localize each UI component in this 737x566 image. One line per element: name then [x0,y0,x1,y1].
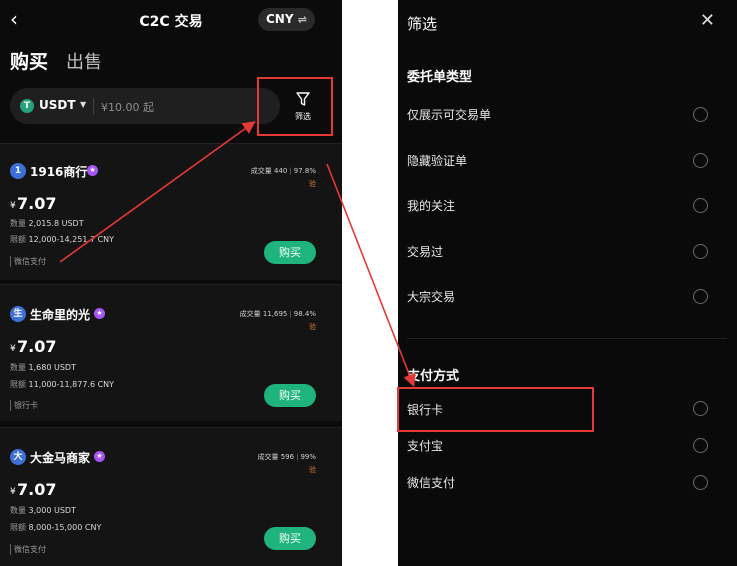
ad-card: 生 生命里的光 ★ 成交量 11,695 | 98.4% 验 ¥ 7.07 数量 1… [0,284,342,421]
radio-button[interactable] [693,401,708,416]
verified-tag: 验 [309,466,316,474]
price: 7.07 [17,337,57,356]
highlight-box-filter [257,77,333,136]
trade-stats: 成交量 440 | 97.8% [250,167,316,175]
ad-card: 大 大金马商家 ★ 成交量 596 | 99% 验 ¥ 7.07 数量 3,000 … [0,427,342,566]
tab-buy[interactable]: 购买 [10,47,48,74]
buy-button[interactable]: 购买 [264,241,316,264]
coin-amount-search[interactable]: T USDT ▼ ¥10.00 起 [10,88,280,124]
quantity-row: 数量 3,000 USDT [10,506,76,515]
currency-selector[interactable]: CNY ⇌ [258,8,315,31]
radio-button[interactable] [693,153,708,168]
price-currency: ¥ [10,201,16,211]
quantity-row: 数量 2,015.8 USDT [10,219,84,228]
highlight-box-bank-card [397,387,594,432]
merchant-name[interactable]: 大金马商家 [30,449,90,466]
buy-button[interactable]: 购买 [264,527,316,550]
radio-button[interactable] [693,107,708,122]
price-currency: ¥ [10,487,16,497]
price: 7.07 [17,480,57,499]
quantity-row: 数量 1,680 USDT [10,363,76,372]
merchant-badge-icon: ★ [94,451,105,462]
merchant-avatar: 1 [10,163,26,179]
verified-tag: 验 [309,323,316,331]
divider [407,338,727,339]
currency-label: CNY [266,12,294,26]
option-tradable-only[interactable]: 仅展示可交易单 [407,106,491,123]
radio-button[interactable] [693,244,708,259]
merchant-name[interactable]: 1916商行 [30,163,87,180]
payment-method-heading: 支付方式 [407,369,460,384]
amount-input[interactable]: ¥10.00 起 [101,99,154,115]
trade-stats: 成交量 596 | 99% [257,453,316,461]
option-alipay[interactable]: 支付宝 [407,437,443,454]
merchant-badge-icon: ★ [94,308,105,319]
swap-icon: ⇌ [297,13,307,26]
option-hide-verified[interactable]: 隐藏验证单 [407,152,467,169]
payment-method: 微信支付 [10,256,46,267]
price: 7.07 [17,194,57,213]
filter-title: 筛选 [407,15,438,33]
option-following[interactable]: 我的关注 [407,197,455,214]
buy-button[interactable]: 购买 [264,384,316,407]
tab-sell[interactable]: 出售 [66,48,102,74]
divider [93,98,94,114]
c2c-trade-screen: ‹ C2C 交易 CNY ⇌ 购买 出售 T USDT ▼ ¥10.00 起 筛… [0,0,342,566]
close-icon[interactable]: ✕ [700,10,715,31]
limit-row: 限额 12,000-14,251.7 CNY [10,235,115,244]
radio-button[interactable] [693,475,708,490]
merchant-avatar: 大 [10,449,26,465]
merchant-badge-icon: ★ [87,165,98,176]
order-type-heading: 委托单类型 [407,70,473,85]
coin-selector[interactable]: USDT [39,98,76,112]
price-currency: ¥ [10,344,16,354]
caret-down-icon: ▼ [80,100,87,109]
option-wechat-pay[interactable]: 微信支付 [407,474,455,491]
merchant-avatar: 生 [10,306,26,322]
payment-method: 微信支付 [10,544,46,555]
ad-card: 1 1916商行 ★ 成交量 440 | 97.8% 验 ¥ 7.07 数量 2,0… [0,143,342,280]
payment-method: 银行卡 [10,400,38,411]
limit-row: 限额 8,000-15,000 CNY [10,523,102,532]
usdt-coin-icon: T [20,99,34,113]
verified-tag: 验 [309,180,316,188]
radio-button[interactable] [693,289,708,304]
option-bulk-trade[interactable]: 大宗交易 [407,288,455,305]
trade-stats: 成交量 11,695 | 98.4% [239,310,316,318]
radio-button[interactable] [693,438,708,453]
radio-button[interactable] [693,198,708,213]
filter-panel: 筛选 ✕ 委托单类型 仅展示可交易单 隐藏验证单 我的关注 交易过 大宗交易 支… [398,0,737,566]
option-traded-before[interactable]: 交易过 [407,243,443,260]
merchant-name[interactable]: 生命里的光 [30,306,90,323]
limit-row: 限额 11,000-11,877.6 CNY [10,380,115,389]
